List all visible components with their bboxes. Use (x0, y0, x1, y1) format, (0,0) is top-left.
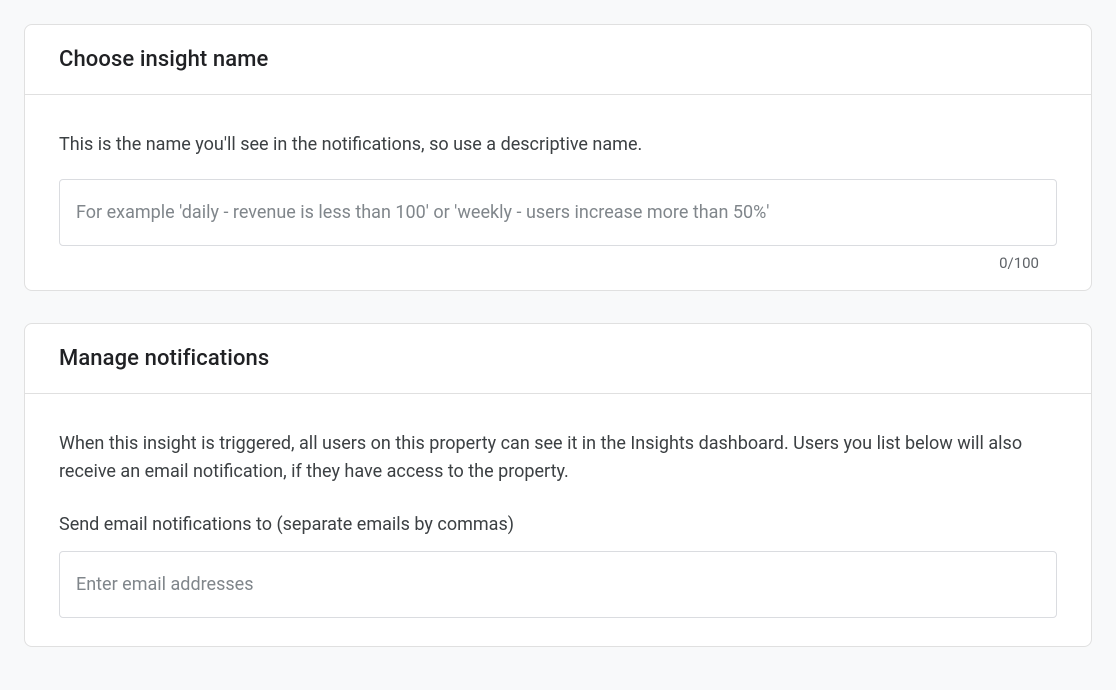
manage-notifications-body: When this insight is triggered, all user… (25, 394, 1091, 646)
insight-name-counter: 0/100 (59, 246, 1057, 282)
email-input[interactable] (59, 551, 1057, 618)
insight-name-title: Choose insight name (59, 47, 1057, 72)
email-label: Send email notifications to (separate em… (59, 514, 1057, 535)
insight-name-body: This is the name you'll see in the notif… (25, 95, 1091, 290)
manage-notifications-title: Manage notifications (59, 346, 1057, 371)
insight-name-description: This is the name you'll see in the notif… (59, 131, 1057, 159)
insight-name-input[interactable] (59, 179, 1057, 246)
manage-notifications-header: Manage notifications (25, 324, 1091, 394)
manage-notifications-card: Manage notifications When this insight i… (24, 323, 1092, 647)
insight-name-header: Choose insight name (25, 25, 1091, 95)
manage-notifications-description: When this insight is triggered, all user… (59, 430, 1057, 486)
insight-name-card: Choose insight name This is the name you… (24, 24, 1092, 291)
